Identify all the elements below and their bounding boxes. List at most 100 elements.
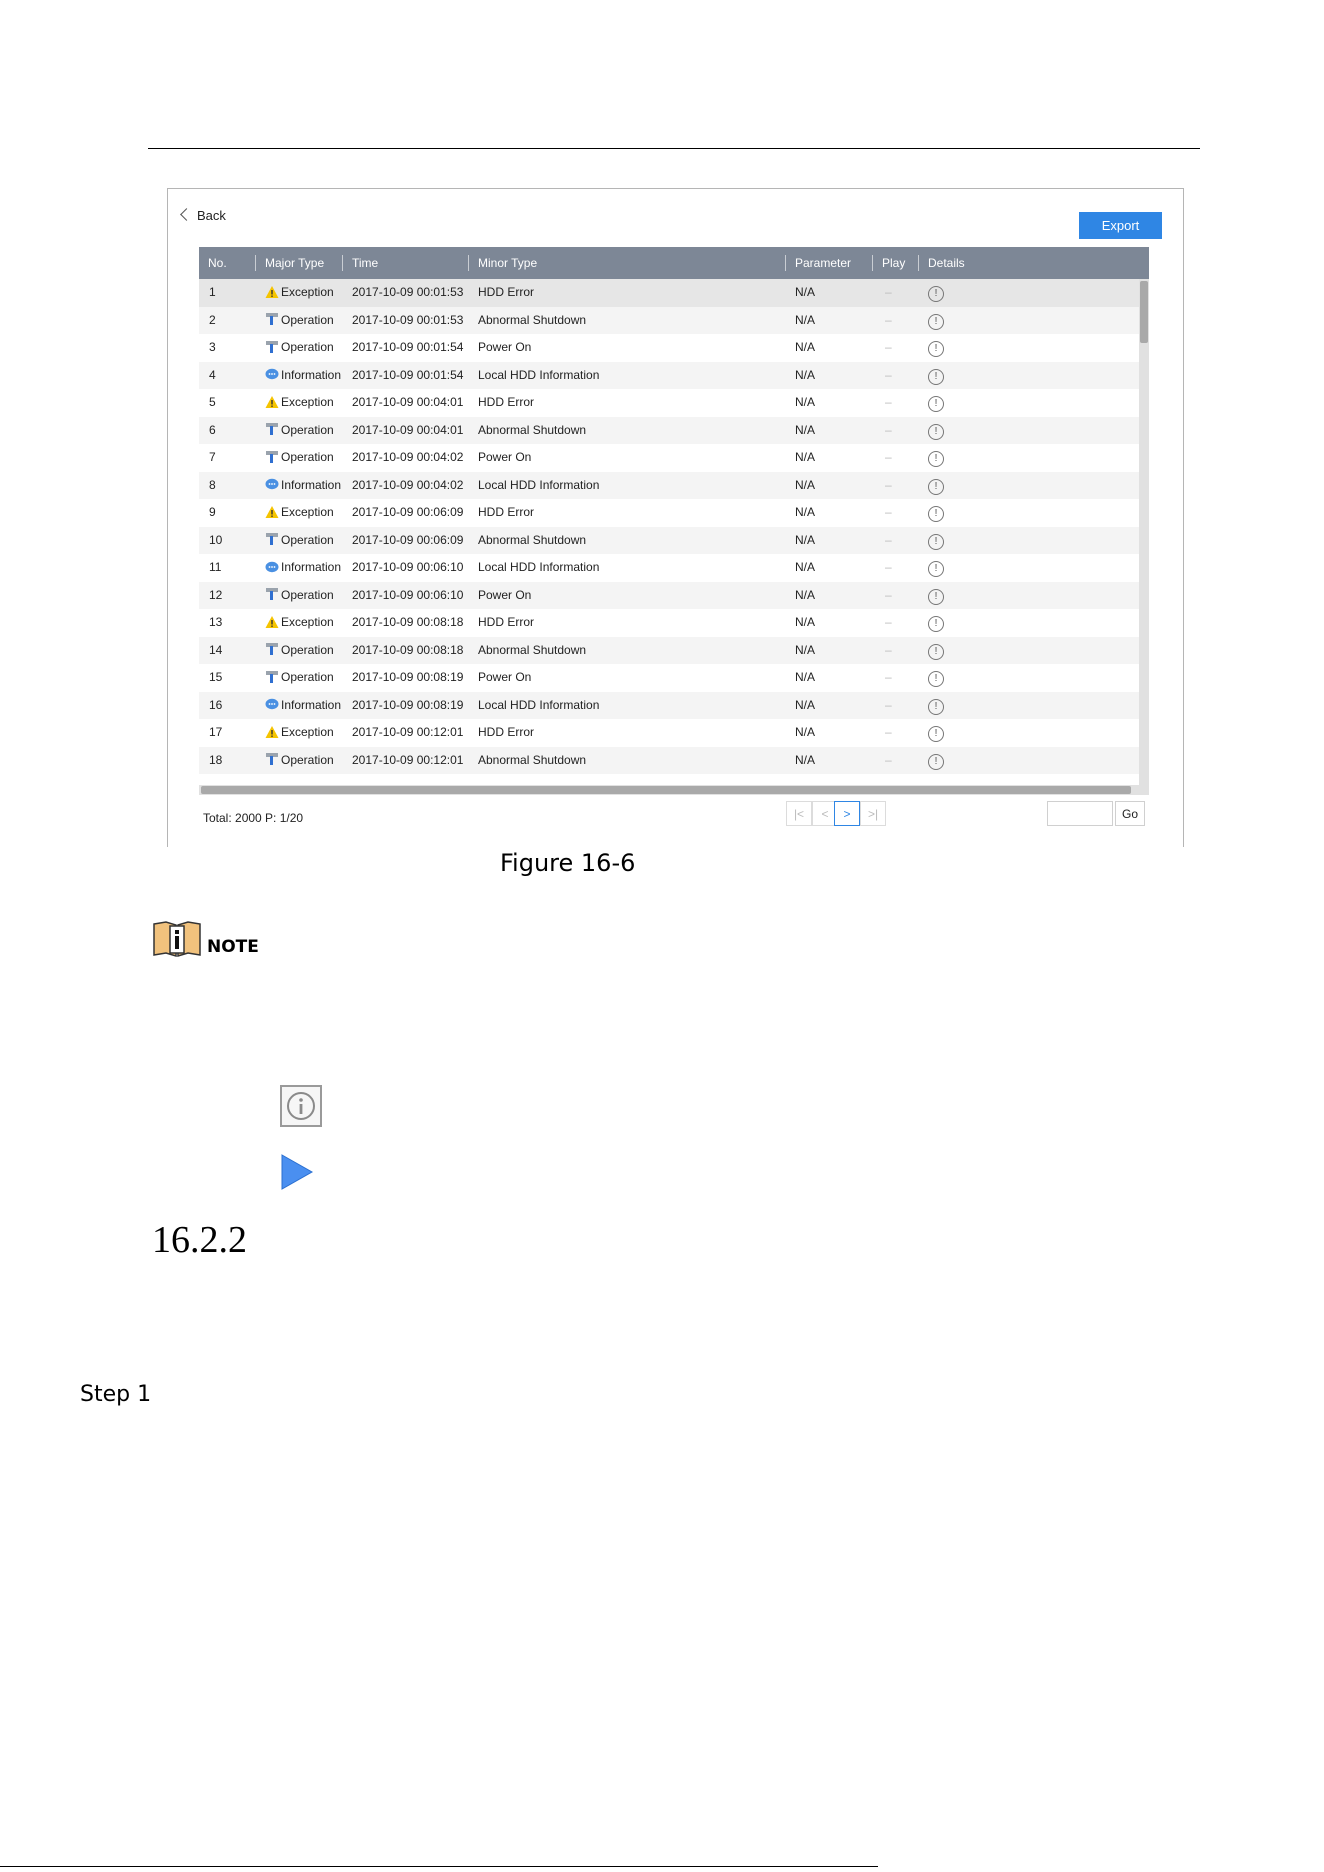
table-row[interactable]: 10 Operation 2017-10-09 00:06:09 Abnormal S… bbox=[199, 526, 1149, 555]
information-icon bbox=[265, 560, 281, 574]
major-type-label: Operation bbox=[281, 312, 334, 327]
details-icon[interactable]: ! bbox=[928, 451, 944, 467]
play-button[interactable]: – bbox=[885, 554, 892, 582]
details-icon[interactable]: ! bbox=[928, 506, 944, 522]
cell-no: 15 bbox=[209, 670, 223, 684]
table-row[interactable]: 3 Operation 2017-10-09 00:01:54 Power On N/A… bbox=[199, 334, 1149, 362]
cell-minor-type: HDD Error bbox=[478, 725, 534, 739]
scrollbar-thumb[interactable] bbox=[201, 786, 1131, 794]
details-icon[interactable]: ! bbox=[928, 588, 944, 605]
export-button[interactable]: Export bbox=[1079, 212, 1162, 239]
cell-time: 2017-10-09 00:08:19 bbox=[352, 670, 464, 684]
details-icon[interactable]: ! bbox=[928, 671, 944, 687]
first-page-button[interactable]: |< bbox=[786, 801, 812, 826]
play-button[interactable]: – bbox=[885, 417, 892, 445]
vertical-scrollbar[interactable] bbox=[1139, 279, 1149, 785]
table-row[interactable]: 11 Information 2017-10-09 00:06:10 Local HD… bbox=[199, 554, 1149, 582]
details-icon[interactable]: ! bbox=[928, 286, 944, 302]
cell-details: ! bbox=[928, 472, 944, 500]
details-icon[interactable]: ! bbox=[928, 478, 944, 495]
details-icon[interactable]: ! bbox=[928, 396, 944, 412]
back-button[interactable]: Back bbox=[180, 208, 226, 223]
table-row[interactable]: 17 Exception 2017-10-09 00:12:01 HDD Error N… bbox=[199, 719, 1149, 747]
cell-time: 2017-10-09 00:12:01 bbox=[352, 752, 464, 767]
play-button[interactable]: – bbox=[885, 747, 892, 775]
play-button[interactable]: – bbox=[885, 499, 892, 527]
play-button[interactable]: – bbox=[885, 472, 892, 500]
play-button[interactable]: – bbox=[885, 389, 892, 417]
table-row[interactable]: 6 Operation 2017-10-09 00:04:01 Abnormal Sh… bbox=[199, 416, 1149, 445]
table-row[interactable]: 4 Information 2017-10-09 00:01:54 Local HDD… bbox=[199, 361, 1149, 390]
column-header-no[interactable]: No. bbox=[208, 247, 227, 279]
go-button[interactable]: Go bbox=[1115, 801, 1145, 826]
play-button[interactable]: – bbox=[885, 444, 892, 472]
step-label: Step 1 bbox=[80, 1382, 152, 1407]
cell-major-type: Operation bbox=[265, 582, 334, 610]
cell-time: 2017-10-09 00:04:01 bbox=[352, 422, 464, 437]
details-icon[interactable]: ! bbox=[928, 698, 944, 715]
table-row[interactable]: 1 Exception 2017-10-09 00:01:53 HDD Error N/… bbox=[199, 279, 1149, 307]
details-icon[interactable]: ! bbox=[928, 423, 944, 440]
cell-parameter: N/A bbox=[795, 367, 816, 382]
play-button[interactable]: – bbox=[885, 609, 892, 637]
cell-major-type: Information bbox=[265, 362, 341, 390]
table-row[interactable]: 12 Operation 2017-10-09 00:06:10 Power On N/… bbox=[199, 581, 1149, 610]
play-button[interactable]: – bbox=[885, 637, 892, 665]
cell-no: 5 bbox=[209, 395, 216, 409]
table-row[interactable]: 13 Exception 2017-10-09 00:08:18 HDD Error N… bbox=[199, 609, 1149, 637]
column-header-minor-type[interactable]: Minor Type bbox=[478, 247, 537, 279]
cell-details: ! bbox=[928, 554, 944, 582]
details-icon[interactable]: ! bbox=[928, 561, 944, 577]
play-button[interactable]: – bbox=[885, 692, 892, 720]
details-icon[interactable]: ! bbox=[928, 726, 944, 742]
table-row[interactable]: 9 Exception 2017-10-09 00:06:09 HDD Error N/… bbox=[199, 499, 1149, 527]
play-button[interactable]: – bbox=[885, 527, 892, 555]
play-button[interactable]: – bbox=[885, 334, 892, 362]
cell-major-type: Operation bbox=[265, 527, 334, 555]
cell-time: 2017-10-09 00:06:09 bbox=[352, 505, 464, 519]
column-header-time[interactable]: Time bbox=[352, 247, 378, 279]
column-header-major-type[interactable]: Major Type bbox=[265, 247, 324, 279]
scrollbar-thumb[interactable] bbox=[1140, 281, 1148, 343]
play-button[interactable]: – bbox=[885, 582, 892, 610]
play-button[interactable]: – bbox=[885, 307, 892, 335]
table-row[interactable]: 5 Exception 2017-10-09 00:04:01 HDD Error N/… bbox=[199, 389, 1149, 417]
details-icon[interactable]: ! bbox=[928, 643, 944, 660]
table-row[interactable]: 7 Operation 2017-10-09 00:04:02 Power On N/A… bbox=[199, 444, 1149, 472]
play-button[interactable]: – bbox=[885, 719, 892, 747]
column-divider bbox=[342, 255, 343, 271]
details-icon[interactable]: ! bbox=[928, 616, 944, 632]
cell-major-type: Information bbox=[265, 692, 341, 720]
table-row[interactable]: 14 Operation 2017-10-09 00:08:18 Abnormal S… bbox=[199, 636, 1149, 665]
last-page-button[interactable]: >| bbox=[860, 801, 886, 826]
table-row[interactable]: 16 Information 2017-10-09 00:08:19 Local HD… bbox=[199, 691, 1149, 720]
play-button[interactable]: – bbox=[885, 664, 892, 692]
details-icon[interactable]: ! bbox=[928, 368, 944, 385]
major-type-label: Exception bbox=[281, 285, 334, 299]
next-page-button[interactable]: > bbox=[834, 801, 860, 826]
cell-no: 1 bbox=[209, 285, 216, 299]
table-row[interactable]: 2 Operation 2017-10-09 00:01:53 Abnormal Sh… bbox=[199, 306, 1149, 335]
details-icon[interactable]: ! bbox=[928, 753, 944, 770]
horizontal-scrollbar[interactable] bbox=[199, 785, 1149, 795]
cell-no: 10 bbox=[209, 532, 223, 547]
details-icon[interactable]: ! bbox=[928, 313, 944, 330]
cell-minor-type: HDD Error bbox=[478, 395, 534, 409]
cell-parameter: N/A bbox=[795, 340, 816, 354]
column-header-details[interactable]: Details bbox=[928, 247, 965, 279]
table-row[interactable]: 8 Information 2017-10-09 00:04:02 Local HDD… bbox=[199, 471, 1149, 500]
page-number-input[interactable] bbox=[1047, 801, 1113, 826]
details-icon[interactable]: ! bbox=[928, 341, 944, 357]
play-button[interactable]: – bbox=[885, 362, 892, 390]
play-icon bbox=[281, 1154, 314, 1190]
column-header-parameter[interactable]: Parameter bbox=[795, 247, 851, 279]
details-icon[interactable]: ! bbox=[928, 533, 944, 550]
cell-time: 2017-10-09 00:06:09 bbox=[352, 532, 464, 547]
cell-details: ! bbox=[928, 692, 944, 720]
cell-minor-type: Power On bbox=[478, 670, 532, 684]
table-row[interactable]: 18 Operation 2017-10-09 00:12:01 Abnormal S… bbox=[199, 746, 1149, 775]
play-button[interactable]: – bbox=[885, 279, 892, 307]
table-row[interactable]: 15 Operation 2017-10-09 00:08:19 Power On N/… bbox=[199, 664, 1149, 692]
total-pages-label: Total: 2000 P: 1/20 bbox=[203, 811, 304, 825]
column-header-play[interactable]: Play bbox=[882, 247, 905, 279]
